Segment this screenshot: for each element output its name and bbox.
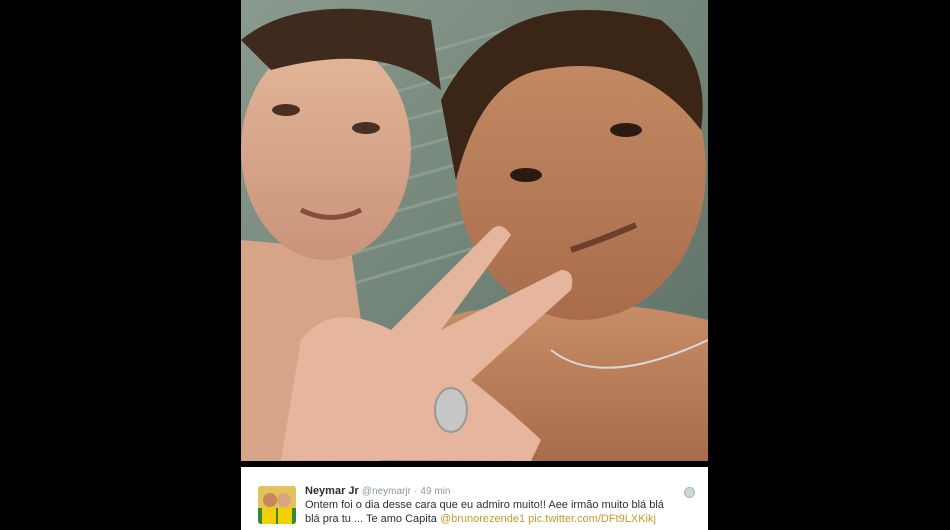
avatar-image (258, 486, 296, 524)
media-link[interactable]: pic.twitter.com/DFt9LXKikj (528, 513, 656, 525)
separator-dot: · (414, 486, 418, 497)
stage: Neymar Jr @neymarjr · 49 min Ontem foi o… (0, 0, 950, 530)
tweet-photo[interactable] (241, 0, 708, 461)
avatar-icon[interactable] (258, 486, 296, 524)
author-handle[interactable]: @neymarjr (362, 486, 411, 497)
tweet-card[interactable]: Neymar Jr @neymarjr · 49 min Ontem foi o… (241, 467, 708, 530)
globe-icon (684, 487, 695, 498)
tweet-timestamp[interactable]: 49 min (420, 486, 450, 497)
tweet-header: Neymar Jr @neymarjr · 49 min (305, 485, 450, 498)
mention-link[interactable]: @brunorezende1 (440, 513, 525, 525)
author-name[interactable]: Neymar Jr (305, 485, 359, 497)
selfie-photo-icon (241, 0, 708, 461)
tweet-text: Ontem foi o dia desse cara que eu admiro… (305, 498, 675, 526)
